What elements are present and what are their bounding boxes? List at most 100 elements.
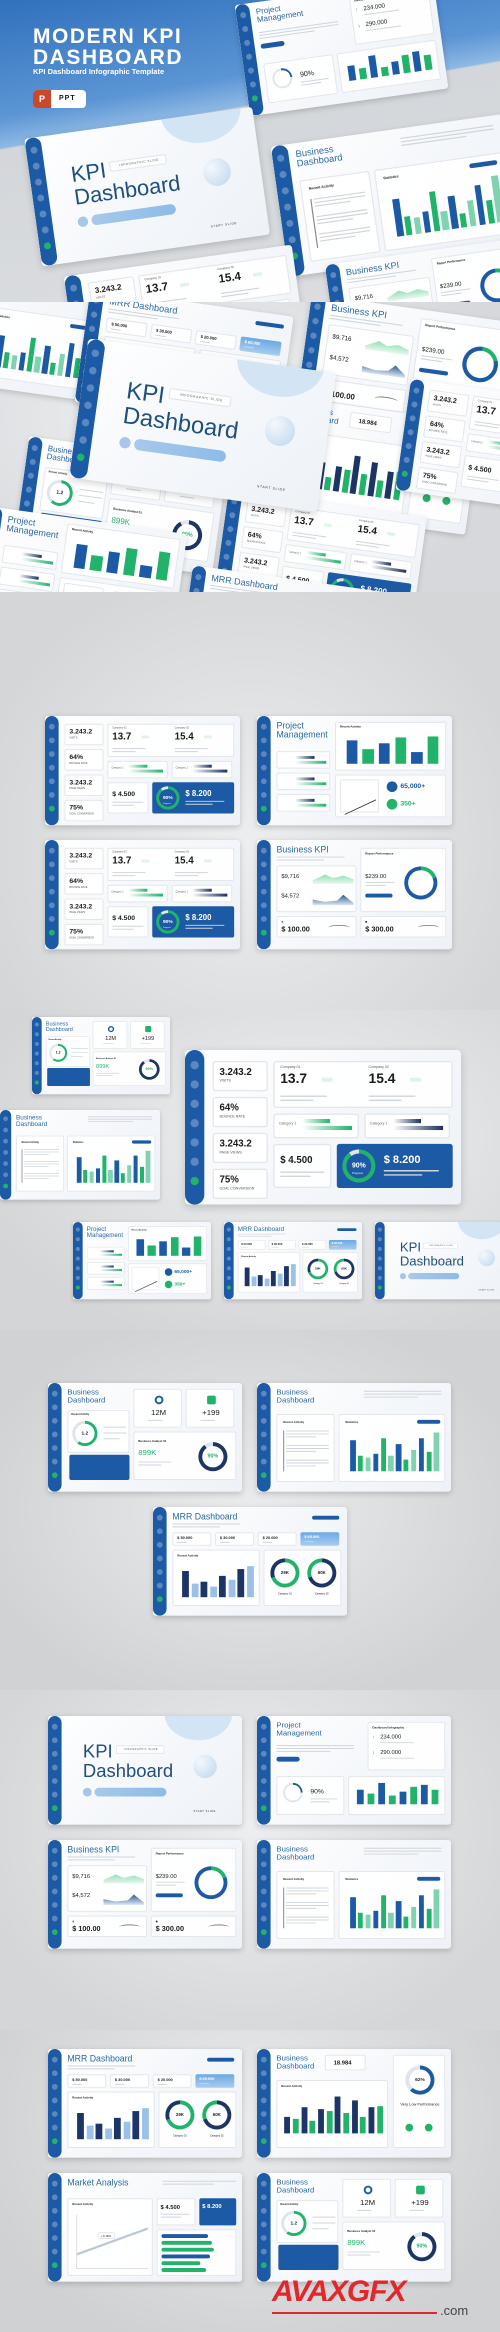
nav-icon[interactable] <box>51 1791 58 1798</box>
nav-icon[interactable] <box>48 888 55 895</box>
nav-icon[interactable] <box>51 1861 58 1868</box>
nav-icon[interactable] <box>51 1417 58 1424</box>
nav-icon[interactable] <box>190 1119 199 1128</box>
nav-icon[interactable] <box>51 1847 58 1854</box>
nav-icon[interactable] <box>260 1861 267 1868</box>
nav-icon[interactable] <box>75 1237 80 1242</box>
nav-icon[interactable] <box>260 2207 267 2214</box>
nav-icon[interactable] <box>48 737 55 744</box>
nav-icon[interactable] <box>260 861 267 868</box>
nav-icon[interactable] <box>51 1723 58 1730</box>
nav-icon[interactable] <box>260 1778 267 1784</box>
nav-icon[interactable] <box>75 1246 80 1251</box>
nav-icon[interactable] <box>260 1431 267 1438</box>
nav-icon[interactable] <box>377 1237 382 1242</box>
nav-icon[interactable] <box>51 2194 58 2201</box>
nav-icon[interactable] <box>260 1764 267 1771</box>
nav-icon[interactable] <box>260 1390 267 1397</box>
active-nav-icon[interactable] <box>3 1183 9 1189</box>
mrr-button[interactable] <box>207 2057 235 2062</box>
nav-icon[interactable] <box>260 1723 267 1730</box>
nav-icon[interactable] <box>190 1138 199 1147</box>
nav-icon[interactable] <box>3 1138 9 1144</box>
statistics-button[interactable] <box>417 1419 441 1424</box>
nav-icon[interactable] <box>51 2124 58 2131</box>
view-button[interactable] <box>155 1893 183 1898</box>
active-nav-icon[interactable] <box>190 1176 199 1186</box>
nav-icon[interactable] <box>260 2056 267 2063</box>
active-nav-icon[interactable] <box>260 2262 267 2269</box>
nav-icon[interactable] <box>260 778 267 785</box>
nav-icon[interactable] <box>260 751 267 757</box>
nav-icon[interactable] <box>3 1150 9 1155</box>
nav-icon[interactable] <box>190 1099 199 1108</box>
nav-icon[interactable] <box>260 1847 267 1854</box>
nav-icon[interactable] <box>260 2248 267 2255</box>
nav-icon[interactable] <box>377 1275 382 1280</box>
nav-icon[interactable] <box>260 2097 267 2104</box>
nav-icon[interactable] <box>260 2221 267 2228</box>
nav-icon[interactable] <box>48 723 55 730</box>
nav-icon[interactable] <box>260 1915 267 1922</box>
nav-icon[interactable] <box>51 2207 58 2214</box>
mrr-button[interactable] <box>312 1515 340 1520</box>
active-nav-icon[interactable] <box>156 1596 163 1603</box>
active-nav-icon[interactable] <box>51 1472 58 1479</box>
nav-icon[interactable] <box>51 2180 58 2187</box>
nav-icon[interactable] <box>260 916 267 922</box>
nav-icon[interactable] <box>51 1888 58 1895</box>
nav-icon[interactable] <box>51 1750 58 1757</box>
active-nav-icon[interactable] <box>260 2138 267 2145</box>
active-nav-icon[interactable] <box>260 1805 267 1812</box>
statistics-button[interactable] <box>417 1876 441 1881</box>
play-button[interactable] <box>399 1273 407 1280</box>
nav-icon[interactable] <box>51 2221 58 2228</box>
nav-icon[interactable] <box>51 2248 58 2255</box>
nav-icon[interactable] <box>34 1051 39 1056</box>
active-nav-icon[interactable] <box>51 1805 58 1812</box>
nav-icon[interactable] <box>51 1458 58 1465</box>
nav-icon[interactable] <box>260 2111 267 2117</box>
nav-icon[interactable] <box>34 1022 39 1027</box>
nav-icon[interactable] <box>51 2083 58 2090</box>
nav-icon[interactable] <box>51 1431 58 1438</box>
active-nav-icon[interactable] <box>48 929 55 936</box>
nav-icon[interactable] <box>51 1390 58 1397</box>
nav-icon[interactable] <box>51 2111 58 2117</box>
nav-icon[interactable] <box>260 1737 267 1744</box>
nav-icon[interactable] <box>260 2124 267 2131</box>
nav-icon[interactable] <box>226 1266 231 1271</box>
nav-icon[interactable] <box>260 1404 267 1411</box>
nav-icon[interactable] <box>260 1791 267 1798</box>
nav-icon[interactable] <box>260 1874 267 1881</box>
nav-icon[interactable] <box>156 1555 163 1562</box>
view-button[interactable] <box>365 893 393 898</box>
active-nav-icon[interactable] <box>48 805 55 812</box>
nav-icon[interactable] <box>51 2070 58 2077</box>
nav-icon[interactable] <box>51 1902 58 1908</box>
nav-icon[interactable] <box>3 1172 9 1178</box>
nav-icon[interactable] <box>34 1032 39 1037</box>
nav-icon[interactable] <box>226 1256 231 1261</box>
play-button[interactable] <box>82 1787 92 1797</box>
nav-icon[interactable] <box>156 1514 163 1521</box>
active-nav-icon[interactable] <box>260 1472 267 1479</box>
nav-icon[interactable] <box>260 2070 267 2077</box>
nav-icon[interactable] <box>3 1127 9 1133</box>
nav-icon[interactable] <box>260 1458 267 1465</box>
nav-icon[interactable] <box>51 2235 58 2241</box>
nav-icon[interactable] <box>3 1161 9 1166</box>
nav-icon[interactable] <box>51 1915 58 1922</box>
nav-icon[interactable] <box>48 847 55 854</box>
nav-icon[interactable] <box>34 1061 39 1066</box>
nav-icon[interactable] <box>75 1275 80 1280</box>
nav-icon[interactable] <box>48 792 55 798</box>
active-nav-icon[interactable] <box>226 1285 231 1290</box>
nav-icon[interactable] <box>51 2097 58 2104</box>
nav-icon[interactable] <box>34 1070 39 1075</box>
nav-icon[interactable] <box>260 1902 267 1908</box>
nav-icon[interactable] <box>48 902 55 909</box>
nav-icon[interactable] <box>51 1445 58 1451</box>
nav-icon[interactable] <box>156 1528 163 1535</box>
nav-icon[interactable] <box>260 875 267 881</box>
